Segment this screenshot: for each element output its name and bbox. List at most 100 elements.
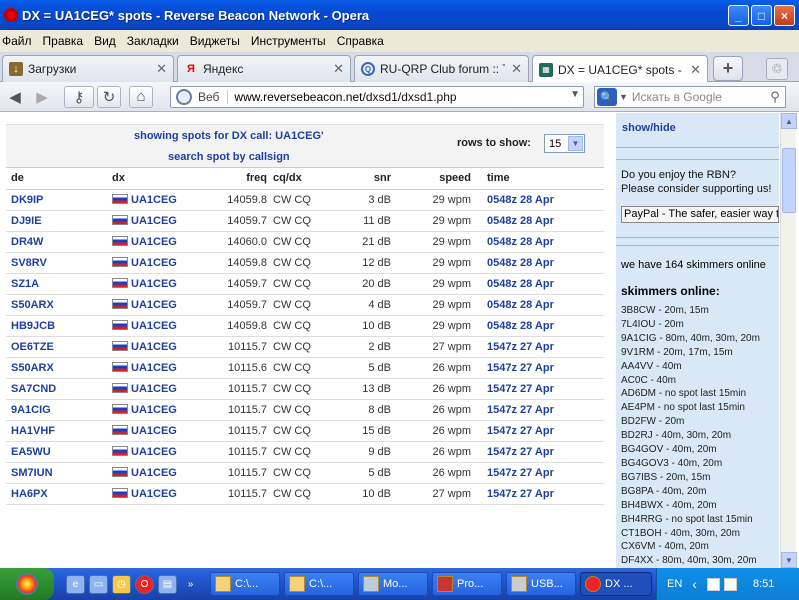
search-icon[interactable]: ⚲ <box>765 89 785 105</box>
spotter-call[interactable]: S50ARX <box>6 294 110 316</box>
spotter-call[interactable]: HA6PX <box>6 483 110 505</box>
chevron-down-icon[interactable]: ▼ <box>568 136 583 151</box>
spotter-call[interactable]: EA5WU <box>6 441 110 463</box>
spotter-call[interactable]: HB9JCB <box>6 315 110 337</box>
dx-call[interactable]: UA1CEG <box>110 273 206 295</box>
time-value[interactable]: 1547z 27 Apr <box>487 420 604 442</box>
dx-call-text[interactable]: UA1CEG <box>131 467 177 479</box>
reload-icon[interactable]: ↻ <box>97 85 121 108</box>
spotter-call[interactable]: DK9IP <box>6 189 110 211</box>
ie-quicklaunch-icon[interactable]: e <box>66 574 85 594</box>
dx-call-text[interactable]: UA1CEG <box>131 320 177 332</box>
menu-file[interactable]: Файл <box>0 34 41 48</box>
close-tab-icon[interactable]: ✕ <box>511 61 522 77</box>
dx-call[interactable]: UA1CEG <box>110 189 206 211</box>
taskbar-app-mo[interactable]: Mo... <box>358 572 428 596</box>
taskbar-app-usb[interactable]: USB... <box>506 572 576 596</box>
key-icon[interactable]: ⚷ <box>64 85 94 108</box>
dx-call-text[interactable]: UA1CEG <box>131 362 177 374</box>
vertical-scrollbar[interactable]: ▲ ▼ <box>780 113 797 568</box>
time-value[interactable]: 0548z 28 Apr <box>487 273 604 295</box>
dx-call[interactable]: UA1CEG <box>110 357 206 379</box>
dx-call-text[interactable]: UA1CEG <box>131 404 177 416</box>
menu-widgets[interactable]: Виджеты <box>188 34 249 48</box>
close-tab-icon[interactable]: ✕ <box>690 62 701 78</box>
tray-icon[interactable] <box>706 577 720 591</box>
time-value[interactable]: 0548z 28 Apr <box>487 315 604 337</box>
dx-call[interactable]: UA1CEG <box>110 336 206 358</box>
chevron-down-icon[interactable]: ▼ <box>570 89 580 100</box>
spotter-call[interactable]: SM7IUN <box>6 462 110 484</box>
spotter-call[interactable]: SV8RV <box>6 252 110 274</box>
close-tab-icon[interactable]: ✕ <box>156 61 167 77</box>
scroll-up-icon[interactable]: ▲ <box>781 113 797 129</box>
dx-call[interactable]: UA1CEG <box>110 252 206 274</box>
dx-call[interactable]: UA1CEG <box>110 210 206 232</box>
scroll-down-icon[interactable]: ▼ <box>781 552 797 568</box>
address-bar[interactable]: Веб www.reversebeacon.net/dxsd1/dxsd1.ph… <box>170 86 584 108</box>
tab-forum[interactable]: Q RU-QRP Club forum :: T... ✕ <box>354 55 529 82</box>
spotter-call[interactable]: S50ARX <box>6 357 110 379</box>
search-engine-icon[interactable]: 🔍 <box>597 88 617 106</box>
forward-icon[interactable]: ▶ <box>30 86 54 108</box>
dx-call-text[interactable]: UA1CEG <box>131 299 177 311</box>
dx-call[interactable]: UA1CEG <box>110 378 206 400</box>
taskbar-opera-dx[interactable]: DX ... <box>580 572 652 596</box>
paypal-button[interactable]: PayPal - The safer, easier way t <box>621 206 779 223</box>
spotter-call[interactable]: OE6TZE <box>6 336 110 358</box>
time-value[interactable]: 1547z 27 Apr <box>487 336 604 358</box>
time-value[interactable]: 0548z 28 Apr <box>487 210 604 232</box>
tab-rbn-spots[interactable]: ▦ DX = UA1CEG* spots - ... ✕ <box>532 55 708 83</box>
dx-call-text[interactable]: UA1CEG <box>131 425 177 437</box>
maximize-button[interactable]: □ <box>751 5 772 26</box>
dx-call-text[interactable]: UA1CEG <box>131 446 177 458</box>
dx-call[interactable]: UA1CEG <box>110 294 206 316</box>
chevron-left-icon[interactable]: ‹ <box>692 576 697 592</box>
spotter-call[interactable]: HA1VHF <box>6 420 110 442</box>
dx-call-text[interactable]: UA1CEG <box>131 257 177 269</box>
media-quicklaunch-icon[interactable]: ▤ <box>158 574 177 594</box>
close-button[interactable]: × <box>774 5 795 26</box>
search-input[interactable]: Искать в Google <box>632 90 765 104</box>
search-box[interactable]: 🔍 ▼ Искать в Google ⚲ <box>594 86 786 108</box>
language-indicator[interactable]: EN <box>667 578 682 590</box>
opera-quicklaunch-icon[interactable]: O <box>135 574 154 594</box>
taskbar-app-pro[interactable]: Pro... <box>432 572 502 596</box>
dx-call[interactable]: UA1CEG <box>110 420 206 442</box>
time-value[interactable]: 1547z 27 Apr <box>487 378 604 400</box>
menu-help[interactable]: Справка <box>335 34 393 48</box>
time-value[interactable]: 1547z 27 Apr <box>487 483 604 505</box>
clock[interactable]: 8:51 <box>753 578 774 590</box>
dx-call[interactable]: UA1CEG <box>110 462 206 484</box>
dx-call-text[interactable]: UA1CEG <box>131 488 177 500</box>
taskbar-folder-2[interactable]: C:\... <box>284 572 354 596</box>
dx-call[interactable]: UA1CEG <box>110 315 206 337</box>
show-hide-link[interactable]: show/hide <box>622 122 676 134</box>
time-value[interactable]: 1547z 27 Apr <box>487 462 604 484</box>
taskbar-folder-1[interactable]: C:\... <box>210 572 280 596</box>
dx-call-text[interactable]: UA1CEG <box>131 194 177 206</box>
dx-call-text[interactable]: UA1CEG <box>131 215 177 227</box>
trash-icon[interactable]: ♲ <box>766 58 788 80</box>
close-tab-icon[interactable]: ✕ <box>333 61 344 77</box>
dx-call[interactable]: UA1CEG <box>110 441 206 463</box>
time-value[interactable]: 1547z 27 Apr <box>487 441 604 463</box>
menu-edit[interactable]: Правка <box>41 34 93 48</box>
time-value[interactable]: 1547z 27 Apr <box>487 357 604 379</box>
scroll-thumb[interactable] <box>782 148 796 213</box>
menu-view[interactable]: Вид <box>92 34 125 48</box>
minimize-button[interactable]: _ <box>728 5 749 26</box>
home-icon[interactable]: ⌂ <box>129 85 153 108</box>
more-quicklaunch-icon[interactable]: » <box>181 575 200 594</box>
back-icon[interactable]: ◀ <box>3 86 27 108</box>
spotter-call[interactable]: SA7CND <box>6 378 110 400</box>
dx-call[interactable]: UA1CEG <box>110 483 206 505</box>
dx-call-text[interactable]: UA1CEG <box>131 236 177 248</box>
spotter-call[interactable]: SZ1A <box>6 273 110 295</box>
rows-select[interactable]: 15 ▼ <box>544 134 585 153</box>
tab-downloads[interactable]: ↓ Загрузки ✕ <box>2 55 174 82</box>
start-button[interactable] <box>0 568 54 600</box>
dx-call[interactable]: UA1CEG <box>110 399 206 421</box>
time-value[interactable]: 0548z 28 Apr <box>487 294 604 316</box>
dx-call-text[interactable]: UA1CEG <box>131 341 177 353</box>
